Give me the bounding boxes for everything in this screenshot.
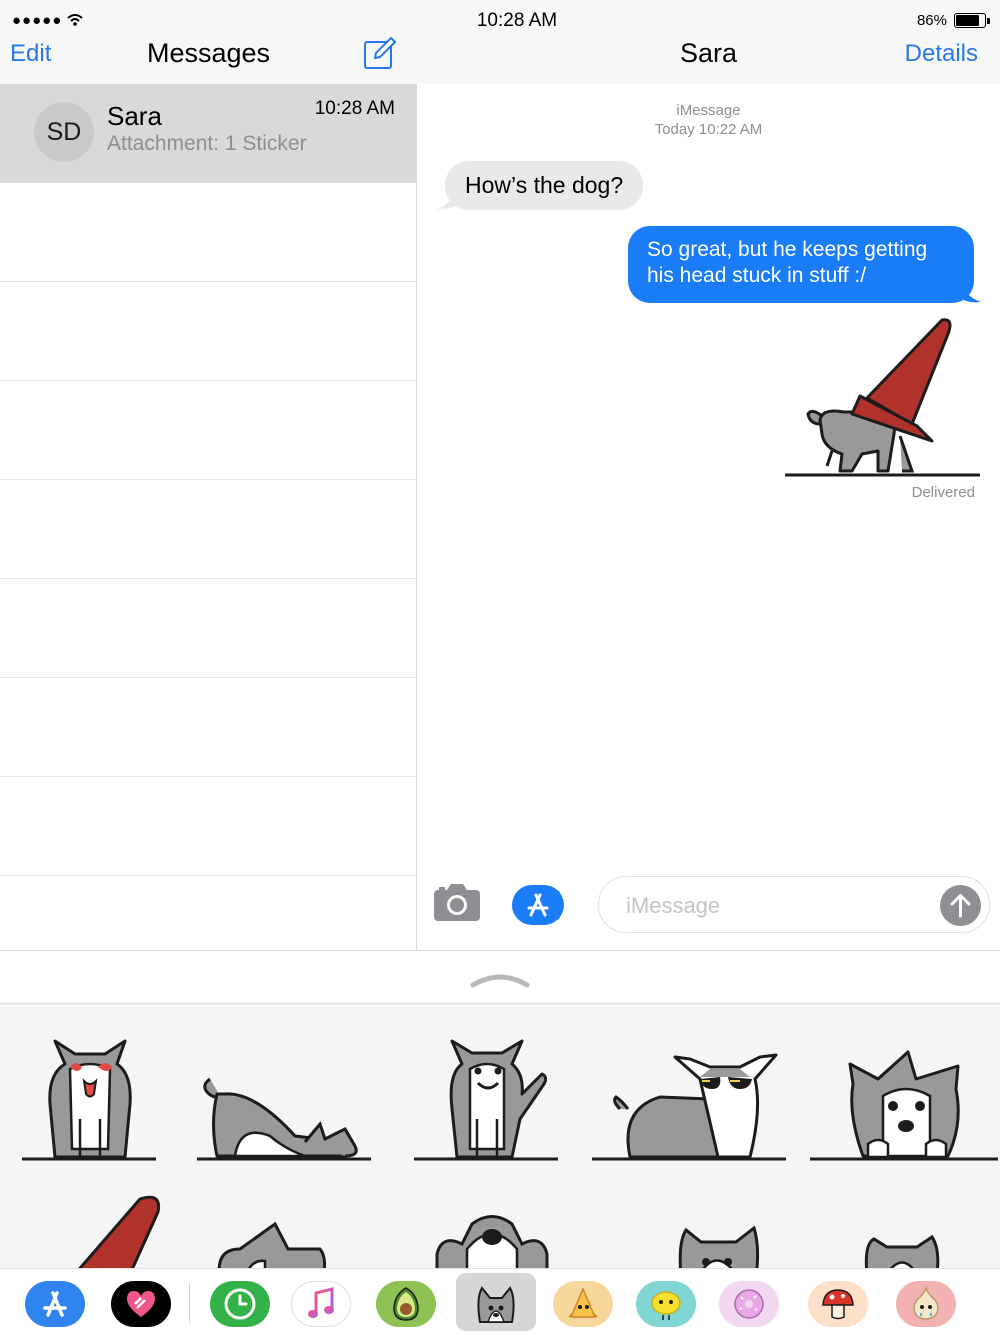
message-input[interactable]: iMessage: [598, 876, 990, 933]
chevron-up-icon[interactable]: [470, 969, 530, 989]
sticker-dog-stretch[interactable]: [195, 1064, 375, 1164]
send-button[interactable]: [940, 885, 981, 926]
outgoing-message[interactable]: So great, but he keeps getting his head …: [628, 226, 974, 303]
music-note-icon: [308, 1287, 334, 1318]
music-app-button[interactable]: [291, 1281, 351, 1327]
service-label: iMessage: [676, 102, 741, 119]
chat-pane: 10:28 AM 86% Sara Details iMessage Today…: [417, 0, 1000, 950]
battery-tip: [987, 18, 990, 24]
empty-row: [0, 579, 417, 678]
sent-sticker-dog-cone[interactable]: [782, 316, 987, 481]
message-input-placeholder: iMessage: [626, 893, 721, 918]
empty-row: [0, 183, 417, 282]
cheese-sticker-app-button[interactable]: [553, 1281, 613, 1327]
sticker-dog-sad[interactable]: [862, 1229, 942, 1268]
sticker-dog-face[interactable]: [676, 1222, 760, 1268]
cheese-icon: [568, 1288, 598, 1318]
conversation-list-pane: ●●●●● Edit Messages SD Sara Attachment: …: [0, 0, 417, 950]
dog-face-icon: [477, 1286, 515, 1323]
chat-header: 10:28 AM 86% Sara Details: [417, 0, 1000, 84]
camera-icon[interactable]: [433, 882, 481, 922]
sticker-dog-waving[interactable]: [412, 1029, 562, 1164]
imessage-app-drawer: [0, 1268, 1000, 1334]
app-store-icon: [43, 1291, 67, 1317]
battery-percent: 86%: [916, 12, 947, 29]
sticker-dog-sunglasses[interactable]: [590, 1049, 790, 1164]
onion-sticker-app-button[interactable]: [896, 1281, 956, 1327]
sticker-grid: [0, 1004, 1000, 1268]
chat-date: Today 10:22 AM: [654, 121, 763, 138]
conversation-item-sara[interactable]: SD Sara Attachment: 1 Sticker 10:28 AM: [0, 84, 417, 183]
empty-row: [0, 282, 417, 381]
mushroom-sticker-app-button[interactable]: [808, 1281, 868, 1327]
mushroom-icon: [822, 1289, 854, 1320]
recents-app-button[interactable]: [210, 1281, 270, 1327]
details-button[interactable]: Details: [905, 40, 978, 68]
sticker-cone[interactable]: [70, 1194, 170, 1268]
sticker-dog-upside[interactable]: [432, 1209, 552, 1268]
donut-sticker-app-button[interactable]: [719, 1281, 779, 1327]
avatar: SD: [34, 102, 94, 162]
heart-icon: [127, 1291, 155, 1317]
avocado-icon: [393, 1287, 419, 1321]
conversation-name: Sara: [107, 101, 162, 131]
conversation-preview: Attachment: 1 Sticker: [107, 132, 307, 155]
empty-row: [0, 678, 417, 777]
sticker-dog-peeking[interactable]: [808, 1044, 1000, 1164]
digital-touch-app-button[interactable]: [111, 1281, 171, 1327]
cellular-signal: ●●●●●: [12, 12, 84, 29]
sticker-dog-ears[interactable]: [210, 1219, 330, 1268]
app-store-icon: [527, 890, 562, 920]
avocado-sticker-app-button[interactable]: [376, 1281, 436, 1327]
sticker-dog-heart-eyes[interactable]: [20, 1029, 160, 1164]
status-time: 10:28 AM: [476, 10, 558, 31]
lemon-icon: [651, 1291, 681, 1320]
compose-icon[interactable]: [363, 36, 397, 70]
incoming-message[interactable]: How’s the dog?: [445, 161, 644, 210]
arrow-up-icon: [950, 894, 971, 918]
wifi-icon: [67, 14, 84, 26]
clock-icon: [224, 1288, 256, 1320]
empty-row: [0, 777, 417, 876]
lemon-sticker-app-button[interactable]: [636, 1281, 696, 1327]
conversation-list-header: ●●●●● Edit Messages: [0, 0, 417, 84]
empty-row: [0, 480, 417, 579]
app-divider: [189, 1283, 190, 1323]
page-title: Messages: [146, 38, 271, 68]
onion-icon: [913, 1286, 939, 1320]
dog-sticker-app-button[interactable]: [466, 1281, 526, 1327]
battery-icon: [954, 13, 986, 28]
conversation-time: 10:28 AM: [314, 98, 395, 119]
app-store-app-button[interactable]: [25, 1281, 85, 1327]
empty-row: [0, 381, 417, 480]
delivered-status: Delivered: [911, 484, 975, 501]
donut-icon: [734, 1289, 764, 1319]
app-store-button[interactable]: [512, 885, 564, 925]
drawer-expand-handle[interactable]: [0, 950, 1000, 1004]
